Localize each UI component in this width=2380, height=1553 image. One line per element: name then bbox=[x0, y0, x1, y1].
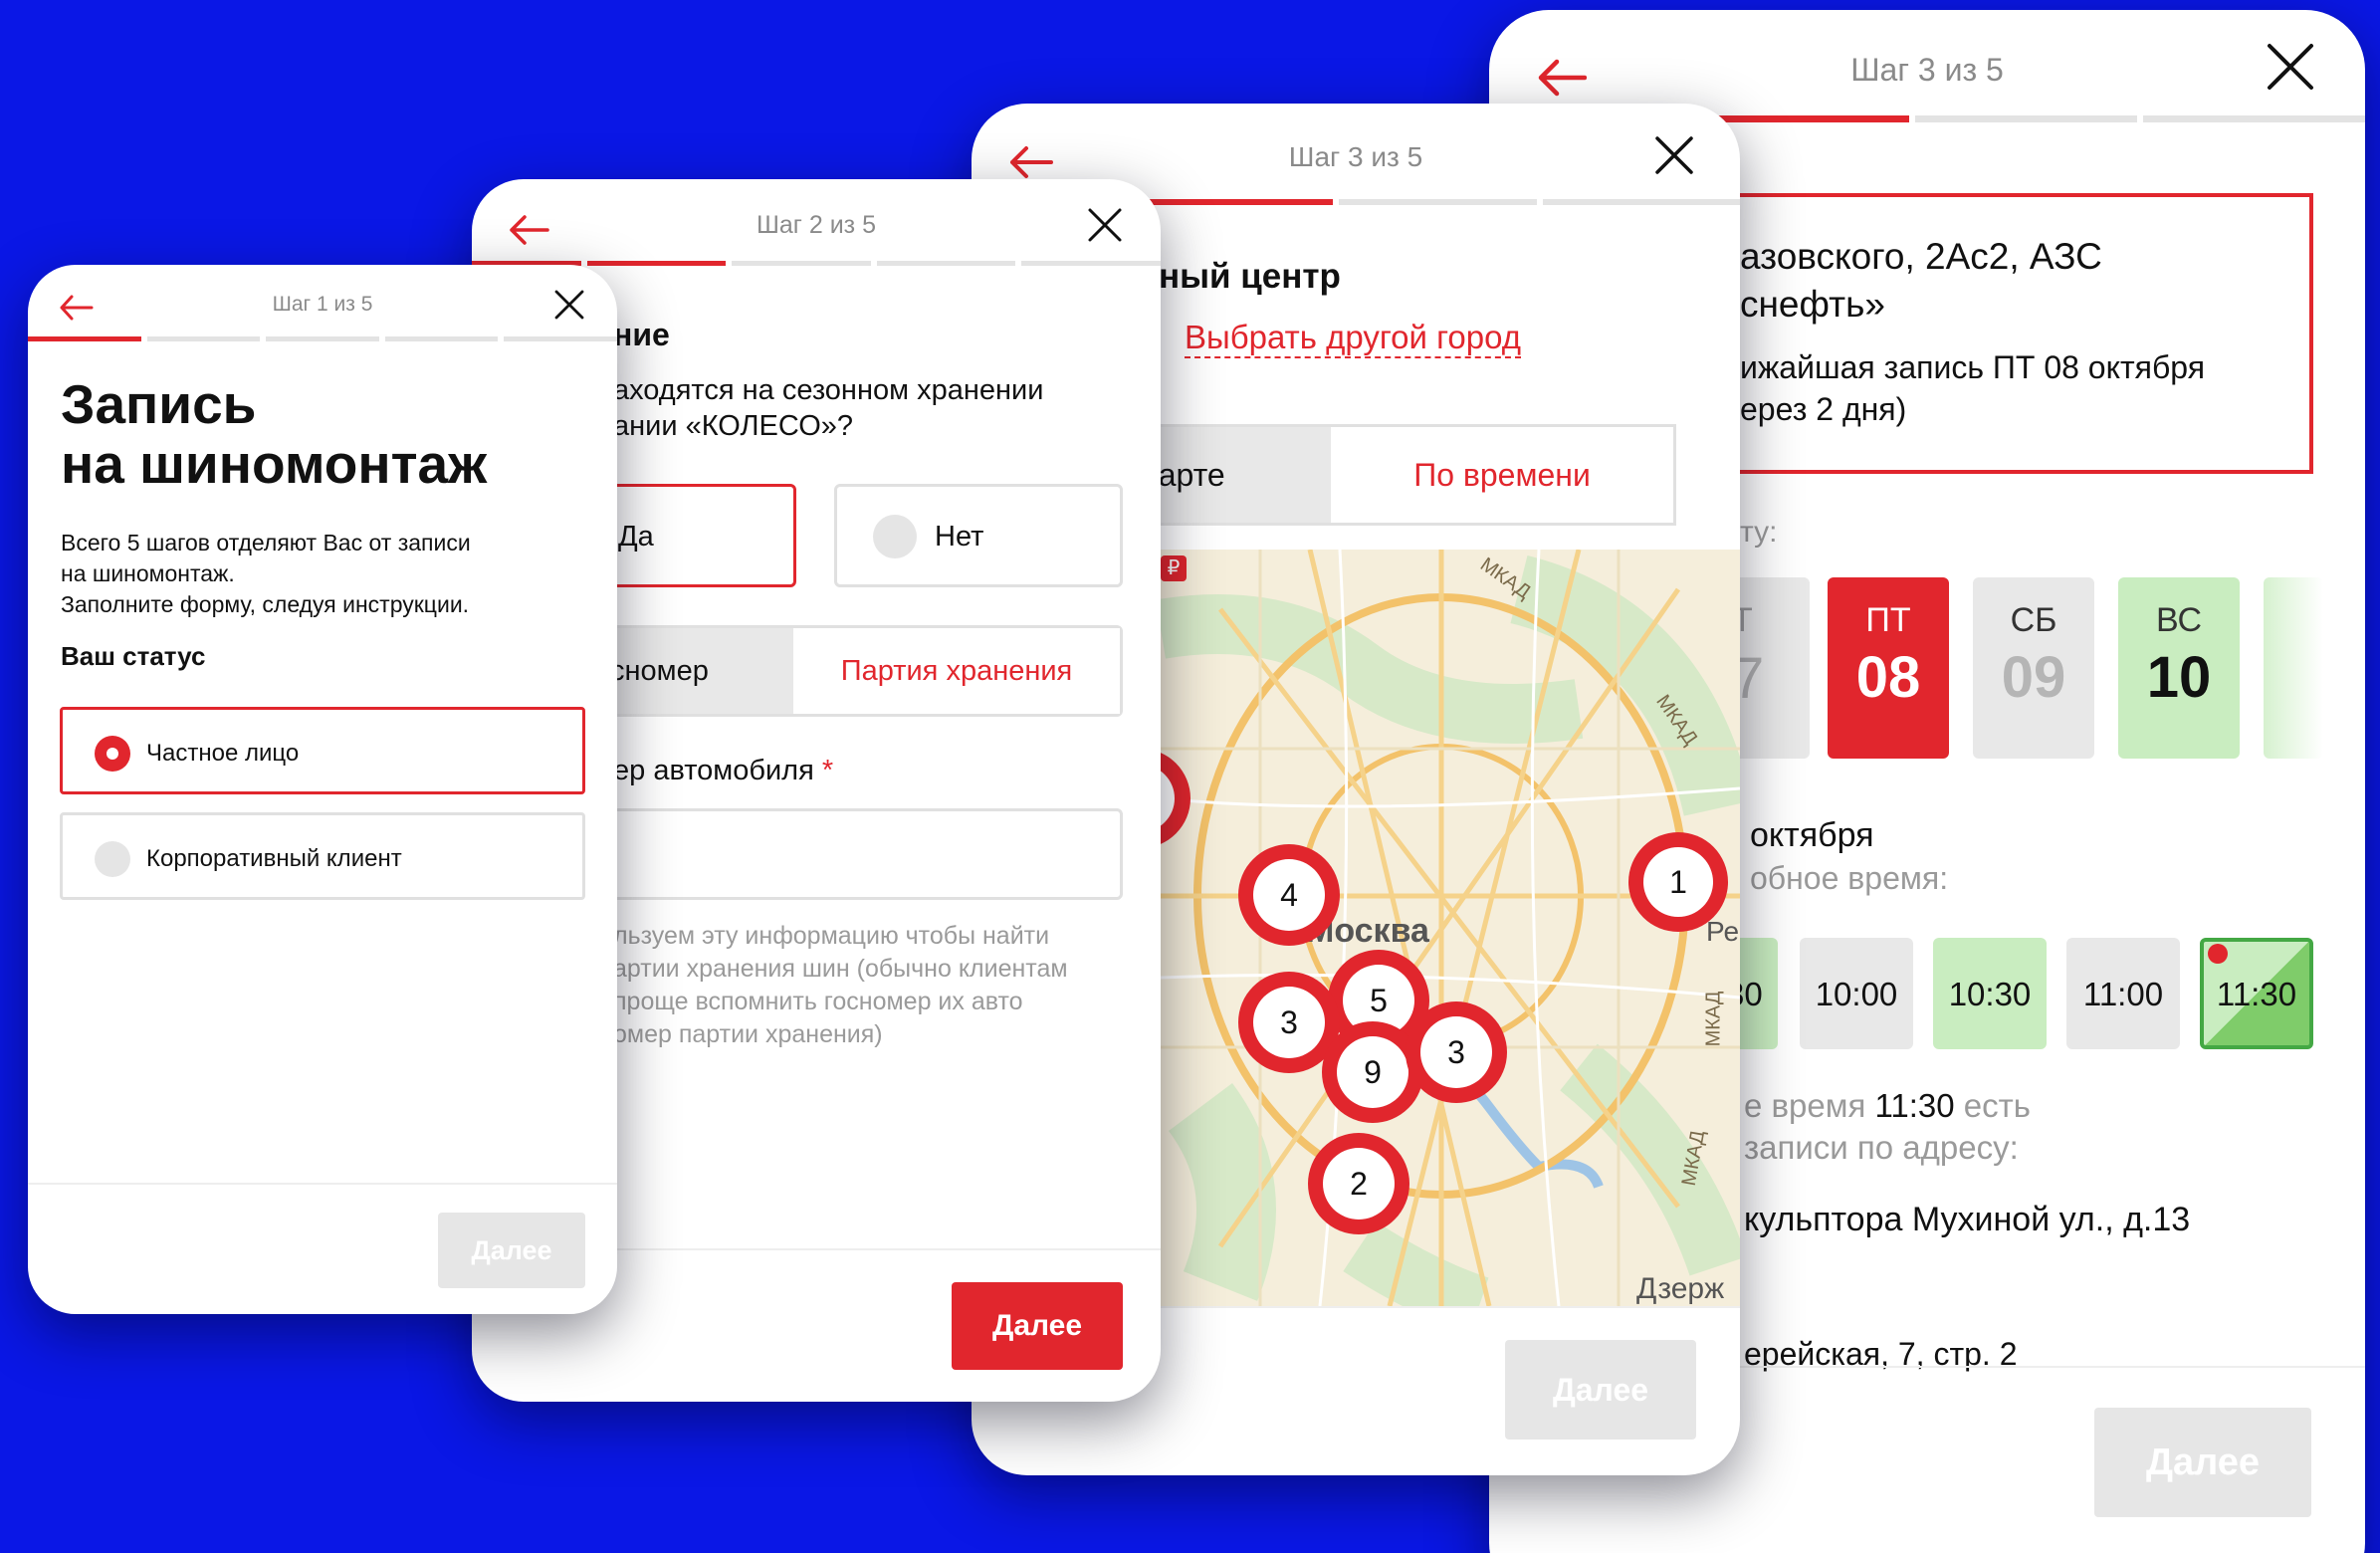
time-label: обное время: bbox=[1750, 860, 1949, 896]
step-indicator: Шаг 3 из 5 bbox=[1288, 141, 1423, 172]
option-private-person[interactable]: Частное лицо bbox=[60, 707, 585, 794]
divider bbox=[28, 1183, 617, 1185]
map-cluster[interactable]: 4 bbox=[1238, 844, 1340, 946]
option-corporate-client[interactable]: Корпоративный клиент bbox=[60, 812, 585, 900]
search-mode-switch: сномер Партия хранения bbox=[571, 625, 1123, 717]
view-switch: карте По времени bbox=[1121, 424, 1676, 526]
map-cluster[interactable]: 3 bbox=[1406, 1001, 1507, 1103]
car-number-input[interactable] bbox=[571, 808, 1123, 900]
section-heading: ние bbox=[613, 317, 670, 352]
status-dot bbox=[2208, 944, 2228, 964]
radio-icon bbox=[873, 515, 917, 558]
nearest-slot-text: ижайшая запись ПТ 08 октября ерез 2 дня) bbox=[1740, 349, 2206, 427]
day-chip-selected[interactable]: ПТ 08 bbox=[1828, 577, 1949, 759]
step-indicator: Шаг 1 из 5 bbox=[272, 293, 373, 316]
section-heading: ный центр bbox=[1159, 257, 1341, 296]
storage-question: аходятся на сезонном хранении ании «КОЛЕ… bbox=[613, 374, 1044, 442]
map-view[interactable]: ₽ МКАД МКАД МКАД МКАД Москва Ре Дзерж 4 … bbox=[1161, 550, 1740, 1306]
ruble-marker-icon[interactable]: ₽ bbox=[1161, 555, 1187, 581]
map-cluster[interactable]: 2 bbox=[1308, 1133, 1409, 1234]
close-icon[interactable] bbox=[2266, 42, 2315, 92]
map-cluster[interactable]: 1 bbox=[1628, 832, 1728, 932]
address-text: азовского, 2Ac2, АЗС снефть» bbox=[1740, 236, 2102, 325]
other-city-link[interactable]: Выбрать другой город bbox=[1185, 319, 1521, 358]
next-button[interactable]: Далее bbox=[952, 1282, 1123, 1370]
progress-bar bbox=[28, 336, 617, 341]
page-title: Запись на шиномонтаж bbox=[61, 373, 488, 495]
field-label: ер автомобиля * bbox=[613, 755, 834, 786]
next-button[interactable]: Далее bbox=[2094, 1408, 2311, 1517]
map-label-mkad: МКАД bbox=[1702, 991, 1725, 1047]
close-icon[interactable] bbox=[1654, 135, 1694, 175]
step-indicator: Шаг 2 из 5 bbox=[756, 211, 876, 239]
day-chip-partial[interactable] bbox=[2264, 577, 2323, 759]
availability-info: е время 11:30 есть записи по адресу: bbox=[1744, 1087, 2031, 1166]
date-title: октября bbox=[1750, 816, 1874, 854]
radio-icon bbox=[95, 841, 130, 877]
day-chip-available[interactable]: ВС 10 bbox=[2118, 577, 2240, 759]
time-slot-selected[interactable]: 11:30 bbox=[2200, 938, 2313, 1049]
option-no[interactable]: Нет bbox=[834, 484, 1123, 587]
step1-card: Шаг 1 из 5 Запись на шиномонтаж Всего 5 … bbox=[28, 265, 617, 1314]
status-label: Ваш статус bbox=[61, 641, 206, 671]
close-icon[interactable] bbox=[553, 289, 585, 321]
tab-by-time[interactable]: По времени bbox=[1331, 427, 1673, 523]
field-hint: льзуем эту информацию чтобы найти артии … bbox=[613, 922, 1068, 1048]
radio-selected-icon bbox=[95, 736, 130, 772]
next-button[interactable]: Далее bbox=[438, 1213, 585, 1288]
close-icon[interactable] bbox=[1087, 207, 1123, 243]
day-chip-unavailable[interactable]: СБ 09 bbox=[1973, 577, 2094, 759]
intro-text: Всего 5 шагов отделяют Вас от записи на … bbox=[61, 530, 471, 617]
map-roads bbox=[1161, 550, 1740, 1306]
time-slot[interactable]: 10:00 bbox=[1800, 938, 1913, 1049]
time-slot[interactable]: 11:00 bbox=[2066, 938, 2180, 1049]
next-button[interactable]: Далее bbox=[1505, 1340, 1696, 1440]
step-indicator: Шаг 3 из 5 bbox=[1850, 52, 2004, 88]
tab-storage-party[interactable]: Партия хранения bbox=[793, 628, 1120, 714]
map-label-re: Ре bbox=[1706, 916, 1740, 947]
alt-address-item[interactable]: кульптора Мухиной ул., д.13 bbox=[1744, 1201, 2190, 1239]
map-label-dzer: Дзерж bbox=[1636, 1272, 1725, 1305]
date-label: ту: bbox=[1740, 516, 1778, 549]
time-slot[interactable]: 10:30 bbox=[1933, 938, 2047, 1049]
